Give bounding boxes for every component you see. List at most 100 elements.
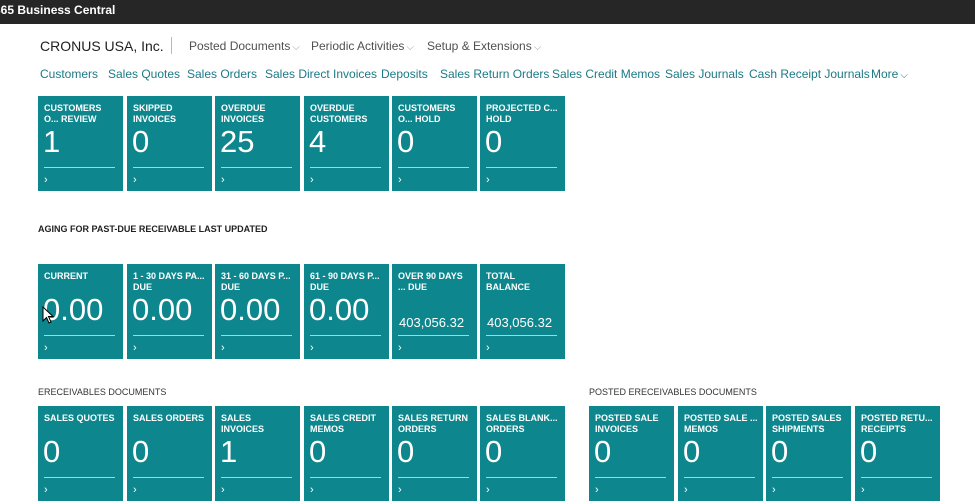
tile-customers-overdue-review[interactable]: CUSTOMERS O... REVIEW 1 › — [38, 96, 123, 191]
tile-title: 61 - 90 DAYS P... DUE — [310, 271, 380, 292]
section-heading-aging: AGING FOR PAST-DUE RECEIVABLE LAST UPDAT… — [38, 224, 268, 234]
nav-more-button[interactable]: More ⌵ — [871, 67, 908, 81]
chevron-right-icon[interactable]: › — [310, 342, 314, 354]
tile-divider — [310, 167, 381, 168]
tile-projected-credit-hold[interactable]: PROJECTED C... HOLD 0 › — [480, 96, 565, 191]
nav-link-sales-credit-memos[interactable]: Sales Credit Memos — [552, 67, 660, 81]
nav-link-sales-return-orders[interactable]: Sales Return Orders — [440, 67, 549, 81]
tile-title: TOTAL BALANCE — [486, 271, 530, 292]
chevron-right-icon[interactable]: › — [133, 342, 137, 354]
chevron-right-icon[interactable]: › — [44, 342, 48, 354]
tile-title: 31 - 60 DAYS P... DUE — [221, 271, 291, 292]
tile-posted-sales-shipments[interactable]: POSTED SALES SHIPMENTS 0 › — [766, 406, 851, 501]
tile-title: SALES RETURN ORDERS — [398, 413, 469, 434]
tile-divider — [310, 477, 381, 478]
chevron-right-icon[interactable]: › — [44, 484, 48, 496]
chevron-right-icon[interactable]: › — [486, 342, 490, 354]
nav-link-deposits[interactable]: Deposits — [381, 67, 428, 81]
tile-sales-return-orders[interactable]: SALES RETURN ORDERS 0 › — [392, 406, 477, 501]
chevron-right-icon[interactable]: › — [221, 484, 225, 496]
menu-periodic-activities[interactable]: Periodic Activities ⌵ — [311, 39, 414, 53]
menu-posted-documents[interactable]: Posted Documents ⌵ — [189, 39, 300, 53]
tile-title: CUSTOMERS O... REVIEW — [44, 103, 102, 124]
chevron-right-icon[interactable]: › — [44, 174, 48, 186]
nav-link-cash-receipt-journals[interactable]: Cash Receipt Journals — [749, 67, 870, 81]
nav-link-sales-journals[interactable]: Sales Journals — [665, 67, 744, 81]
chevron-right-icon[interactable]: › — [398, 342, 402, 354]
chevron-right-icon[interactable]: › — [772, 484, 776, 496]
tile-title: POSTED SALE INVOICES — [595, 413, 659, 434]
tile-title: SALES ORDERS — [133, 413, 205, 423]
tile-title: OVER 90 DAYS ... DUE — [398, 271, 463, 292]
tile-value: 0 — [132, 434, 150, 469]
chevron-right-icon[interactable]: › — [133, 484, 137, 496]
mouse-cursor-icon — [42, 306, 54, 324]
tile-title: CUSTOMERS O... HOLD — [398, 103, 456, 124]
app-title: 365 Business Central — [0, 3, 116, 17]
tile-sales-invoices[interactable]: SALES INVOICES 1 › — [215, 406, 300, 501]
tile-divider — [398, 167, 469, 168]
chevron-down-icon: ⌵ — [406, 42, 414, 53]
chevron-right-icon[interactable]: › — [398, 484, 402, 496]
tile-divider — [772, 477, 843, 478]
chevron-right-icon[interactable]: › — [861, 484, 865, 496]
tile-value: 4 — [309, 124, 327, 159]
menu-setup-extensions[interactable]: Setup & Extensions ⌵ — [427, 39, 541, 53]
tile-divider — [398, 477, 469, 478]
menu-label: Posted Documents — [189, 39, 291, 53]
tile-value: 0 — [397, 434, 415, 469]
tile-overdue-customers[interactable]: OVERDUE CUSTOMERS 4 › — [304, 96, 389, 191]
tile-value: 0 — [485, 434, 503, 469]
tile-value: 0.00 — [309, 292, 370, 327]
tile-posted-sale-invoices[interactable]: POSTED SALE INVOICES 0 › — [589, 406, 674, 501]
tile-sales-credit-memos[interactable]: SALES CREDIT MEMOS 0 › — [304, 406, 389, 501]
tile-value: 0.00 — [220, 292, 281, 327]
tile-divider — [486, 477, 557, 478]
tile-sales-quotes[interactable]: SALES QUOTES 0 › — [38, 406, 123, 501]
more-label: More — [871, 67, 899, 81]
tile-aging-1-30[interactable]: 1 - 30 DAYS PA... DUE 0.00 › — [127, 264, 212, 359]
chevron-right-icon[interactable]: › — [310, 174, 314, 186]
tile-divider — [133, 167, 204, 168]
tile-overdue-invoices[interactable]: OVERDUE INVOICES 25 › — [215, 96, 300, 191]
tile-value: 0.00 — [132, 292, 193, 327]
tile-value: 0 — [860, 434, 878, 469]
chevron-right-icon[interactable]: › — [133, 174, 137, 186]
nav-link-sales-direct-invoices[interactable]: Sales Direct Invoices — [265, 67, 377, 81]
chevron-right-icon[interactable]: › — [595, 484, 599, 496]
tile-aging-total-balance[interactable]: TOTAL BALANCE 403,056.32 › — [480, 264, 565, 359]
chevron-right-icon[interactable]: › — [486, 484, 490, 496]
tile-divider — [486, 167, 557, 168]
tile-aging-over-90[interactable]: OVER 90 DAYS ... DUE 403,056.32 › — [392, 264, 477, 359]
tile-customers-on-hold[interactable]: CUSTOMERS O... HOLD 0 › — [392, 96, 477, 191]
chevron-right-icon[interactable]: › — [310, 484, 314, 496]
tile-value: 25 — [220, 124, 255, 159]
tile-title: SALES CREDIT MEMOS — [310, 413, 377, 434]
tile-value: 0 — [771, 434, 789, 469]
tile-aging-31-60[interactable]: 31 - 60 DAYS P... DUE 0.00 › — [215, 264, 300, 359]
tile-title: OVERDUE CUSTOMERS — [310, 103, 368, 124]
company-name[interactable]: CRONUS USA, Inc. — [40, 38, 164, 54]
tile-divider — [595, 477, 666, 478]
tile-sales-blanket-orders[interactable]: SALES BLANK... ORDERS 0 › — [480, 406, 565, 501]
tile-value: 0 — [594, 434, 612, 469]
app-top-bar: 365 Business Central — [0, 0, 975, 24]
nav-link-customers[interactable]: Customers — [40, 67, 98, 81]
nav-link-sales-orders[interactable]: Sales Orders — [187, 67, 257, 81]
tile-posted-return-receipts[interactable]: POSTED RETU... RECEIPTS 0 › — [855, 406, 940, 501]
nav-link-sales-quotes[interactable]: Sales Quotes — [108, 67, 180, 81]
chevron-right-icon[interactable]: › — [486, 174, 490, 186]
chevron-right-icon[interactable]: › — [221, 174, 225, 186]
tile-skipped-invoices[interactable]: SKIPPED INVOICES 0 › — [127, 96, 212, 191]
tile-posted-sale-credit-memos[interactable]: POSTED SALE ... MEMOS 0 › — [678, 406, 763, 501]
tile-divider — [310, 335, 381, 336]
chevron-right-icon[interactable]: › — [398, 174, 402, 186]
tile-aging-61-90[interactable]: 61 - 90 DAYS P... DUE 0.00 › — [304, 264, 389, 359]
tile-title: SKIPPED INVOICES — [133, 103, 177, 124]
tile-title: PROJECTED C... HOLD — [486, 103, 558, 124]
chevron-right-icon[interactable]: › — [684, 484, 688, 496]
tile-value: 0 — [43, 434, 61, 469]
section-heading-posted-ereceivables: POSTED ERECEIVABLES DOCUMENTS — [589, 387, 757, 397]
tile-sales-orders[interactable]: SALES ORDERS 0 › — [127, 406, 212, 501]
chevron-right-icon[interactable]: › — [221, 342, 225, 354]
